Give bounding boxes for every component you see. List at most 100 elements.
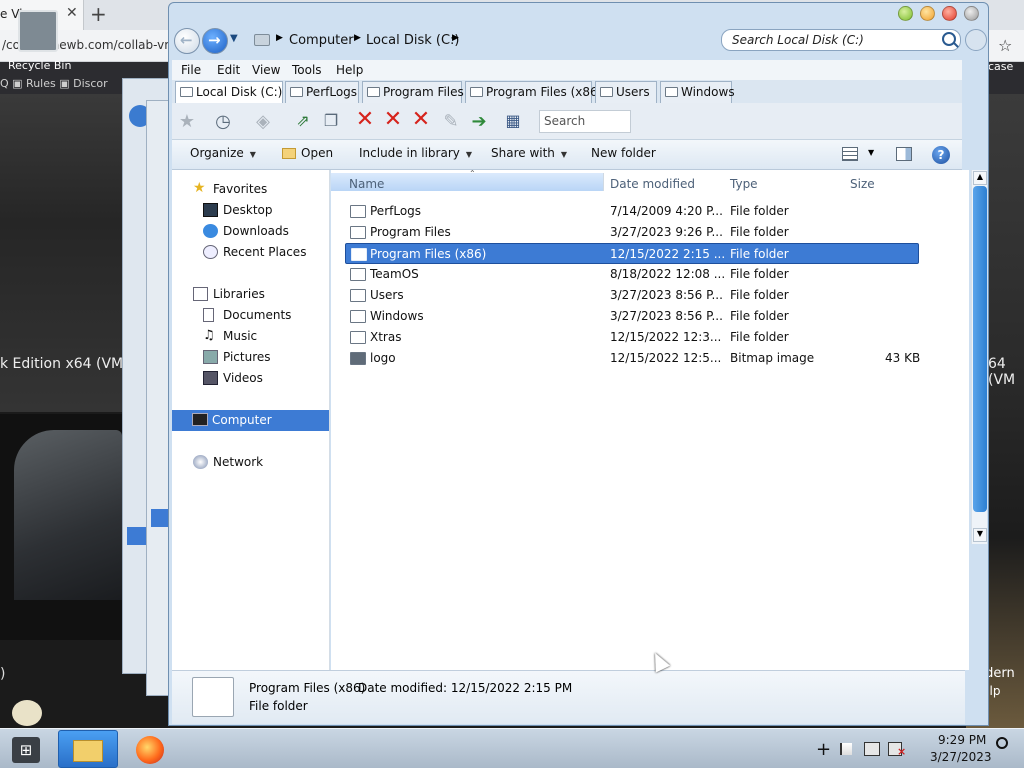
nav-favorites[interactable]: ★ Favorites	[193, 180, 267, 196]
nav-libraries[interactable]: Libraries	[193, 287, 265, 301]
tab-windows[interactable]: Windows	[660, 81, 735, 103]
file-row[interactable]: Xtras 12/15/2022 12:3... File folder	[345, 327, 919, 348]
menu-help[interactable]: Help	[336, 63, 363, 77]
chevron-down-icon[interactable]: ▼	[868, 148, 874, 157]
nav-videos[interactable]: Videos	[203, 371, 263, 385]
nav-desktop[interactable]: Desktop	[203, 203, 273, 217]
tab-program-files[interactable]: Program Files	[362, 81, 464, 103]
new-folder-button[interactable]: New folder	[591, 146, 656, 160]
action-center-flag-icon[interactable]	[840, 743, 852, 755]
share-with-button[interactable]: Share with ▼	[491, 146, 567, 160]
favorite-star-icon[interactable]: ★	[176, 111, 198, 132]
file-row[interactable]: Windows 3/27/2023 8:56 P... File folder	[345, 306, 919, 327]
vertical-scrollbar[interactable]: ▲ ▼	[971, 170, 987, 544]
clock-time[interactable]: 9:29 PM	[938, 733, 986, 747]
forward-button[interactable]: →	[202, 28, 228, 54]
tab-program-files-x86[interactable]: Program Files (x86)	[465, 81, 602, 103]
nav-music[interactable]: ♫ Music	[203, 328, 257, 343]
file-row[interactable]: TeamOS 8/18/2022 12:08 ... File folder	[345, 264, 919, 285]
folder-tabs: Local Disk (C:) PerfLogs Program Files P…	[172, 80, 962, 103]
nav-downloads[interactable]: Downloads	[203, 224, 289, 238]
file-type: File folder	[730, 267, 789, 281]
menu-view[interactable]: View	[252, 63, 280, 77]
bookmark-star-icon[interactable]: ☆	[998, 36, 1012, 55]
tab-users[interactable]: Users	[595, 81, 657, 103]
start-button[interactable]: ⊞	[12, 737, 40, 763]
delete-permanent-icon[interactable]: ✕	[382, 109, 404, 131]
column-type-header[interactable]: Type	[730, 177, 758, 191]
star-icon: ★	[193, 180, 206, 196]
tab-label: Windows	[681, 85, 735, 99]
menu-file[interactable]: File	[181, 63, 201, 77]
browser-tab-close-icon[interactable]: ✕	[66, 5, 78, 21]
scroll-up-icon[interactable]: ▲	[973, 171, 987, 185]
change-view-icon[interactable]	[842, 147, 858, 161]
history-dropdown-icon[interactable]: ▼	[230, 33, 238, 44]
new-tab-icon[interactable]: +	[90, 2, 107, 26]
nav-recent-places[interactable]: Recent Places	[203, 245, 306, 259]
menu-tools[interactable]: Tools	[292, 63, 322, 77]
scroll-down-icon[interactable]: ▼	[973, 528, 987, 542]
maximize-button[interactable]	[920, 6, 935, 21]
tab-label: Program Files (x86)	[486, 85, 603, 99]
open-button[interactable]: Open	[301, 146, 333, 160]
file-row-selected[interactable]: Program Files (x86) 12/15/2022 2:15 ... Fi…	[345, 243, 919, 264]
drive-icon	[254, 34, 270, 46]
search-icon[interactable]	[942, 32, 956, 46]
column-date-header[interactable]: Date modified	[610, 177, 695, 191]
history-clock-icon[interactable]: ◷	[212, 111, 234, 132]
close-button[interactable]	[942, 6, 957, 21]
nav-pictures[interactable]: Pictures	[203, 350, 271, 364]
file-row[interactable]: Users 3/27/2023 8:56 P... File folder	[345, 285, 919, 306]
background-window-button[interactable]	[964, 6, 979, 21]
taskbar-firefox-icon[interactable]	[136, 736, 164, 764]
file-row[interactable]: PerfLogs 7/14/2009 4:20 P... File folder	[345, 201, 919, 222]
nav-network[interactable]: Network	[193, 455, 263, 469]
background-search-icon[interactable]	[965, 29, 987, 51]
background-left-text: )	[0, 666, 6, 682]
file-row[interactable]: logo 12/15/2022 12:5... Bitmap image 43 KB	[345, 348, 921, 369]
nav-documents[interactable]: Documents	[203, 308, 291, 322]
toolbar-search-input[interactable]: Search	[539, 110, 631, 133]
delete-all-icon[interactable]: ✕	[410, 109, 432, 131]
breadcrumb-local-disk[interactable]: Local Disk (C:)	[366, 33, 459, 48]
tab-perflogs[interactable]: PerfLogs	[285, 81, 359, 103]
minimize-button[interactable]	[898, 6, 913, 21]
include-in-library-button[interactable]: Include in library ▼	[359, 146, 472, 160]
file-type: File folder	[730, 330, 789, 344]
clock-date[interactable]: 3/27/2023	[930, 750, 992, 764]
volume-muted-icon[interactable]	[888, 742, 906, 758]
search-placeholder: Search Local Disk (C:)	[732, 33, 864, 47]
address-bar[interactable]: ▶ Computer ▶ Local Disk (C:) ▶ ▼ ⟳	[250, 29, 779, 53]
delete-icon[interactable]: ✕	[354, 109, 376, 131]
tray-plus-icon[interactable]: +	[816, 739, 831, 760]
menu-edit[interactable]: Edit	[217, 63, 240, 77]
nav-computer[interactable]: Computer	[172, 410, 329, 431]
tab-local-disk[interactable]: Local Disk (C:)	[175, 81, 283, 103]
recycle-bin-icon[interactable]	[18, 10, 58, 52]
breadcrumb-computer[interactable]: Computer	[289, 33, 354, 48]
back-button[interactable]: ←	[174, 28, 200, 54]
breadcrumb-separator-icon[interactable]: ▶	[452, 33, 459, 43]
breadcrumb-separator-icon[interactable]: ▶	[354, 33, 361, 43]
view-grid-icon[interactable]: ▦	[502, 111, 524, 131]
network-tray-icon[interactable]	[864, 742, 880, 756]
preview-pane-icon[interactable]	[896, 147, 912, 161]
file-type: File folder	[730, 225, 789, 239]
file-row[interactable]: Program Files 3/27/2023 9:26 P... File fol…	[345, 222, 919, 243]
search-input[interactable]: Search Local Disk (C:)	[721, 29, 961, 51]
help-icon[interactable]: ?	[932, 146, 950, 164]
file-size: 43 KB	[885, 351, 921, 365]
copy-to-icon[interactable]: ❐	[320, 111, 342, 131]
organize-button[interactable]: Organize ▼	[190, 146, 256, 160]
breadcrumb-separator-icon[interactable]: ▶	[276, 33, 283, 43]
videos-icon	[203, 371, 218, 385]
taskbar-explorer-button[interactable]	[58, 730, 118, 768]
folder-icon	[350, 268, 366, 281]
apply-icon[interactable]: ➔	[468, 111, 490, 132]
search-icon[interactable]	[996, 737, 1008, 749]
column-size-header[interactable]: Size	[850, 177, 875, 191]
move-to-icon[interactable]: ⇗	[292, 111, 314, 131]
scroll-thumb[interactable]	[973, 186, 987, 512]
column-name-label[interactable]: Name	[349, 177, 384, 191]
